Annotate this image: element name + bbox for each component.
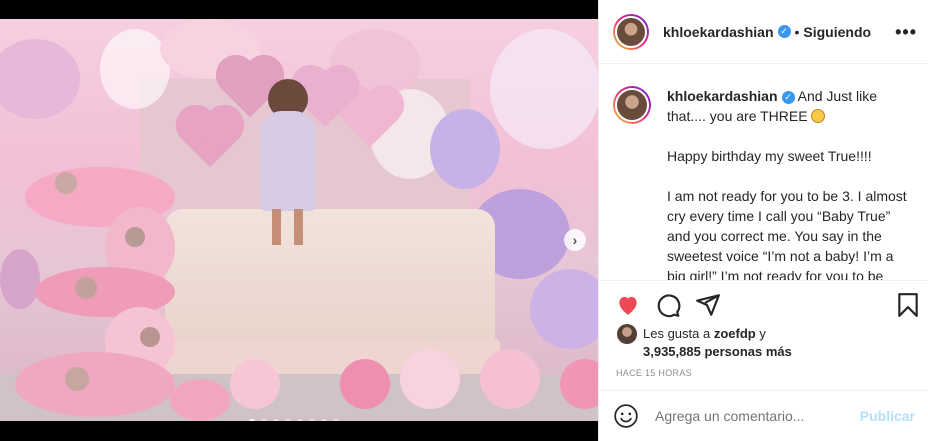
- caption-username[interactable]: khloekardashian: [667, 88, 778, 104]
- bookmark-icon[interactable]: [895, 292, 921, 318]
- balloon: [490, 29, 598, 149]
- caption-line-2: Happy birthday my sweet True!!!!: [667, 148, 872, 164]
- carousel-dot: [309, 419, 315, 421]
- chevron-right-icon[interactable]: ›: [564, 229, 586, 251]
- carousel-dot: [273, 419, 279, 421]
- likes-conjunction: y: [759, 326, 766, 341]
- post-photo[interactable]: ›: [0, 19, 598, 421]
- girl-leg: [294, 209, 303, 245]
- publish-button[interactable]: Publicar: [860, 408, 915, 424]
- verified-badge-icon: ✓: [777, 25, 791, 38]
- balloon: [430, 109, 500, 189]
- comment-composer: Publicar: [599, 390, 928, 441]
- liker-username[interactable]: zoefdp: [714, 326, 756, 341]
- floor-balloon: [230, 359, 280, 409]
- balloon: [530, 269, 598, 349]
- liker-avatar[interactable]: [617, 324, 637, 344]
- floor-balloon: [400, 349, 460, 409]
- balloon: [100, 29, 170, 109]
- balloon-number-three: [15, 167, 180, 417]
- avatar[interactable]: [613, 13, 649, 50]
- follow-status-button[interactable]: Siguiendo: [803, 24, 871, 40]
- more-options-icon[interactable]: •••: [895, 22, 917, 43]
- separator-dot: •: [794, 23, 800, 40]
- likes-prefix: Les gusta a: [643, 326, 711, 341]
- comment-input[interactable]: [655, 408, 860, 424]
- balloon: [0, 39, 80, 119]
- share-icon[interactable]: [695, 292, 721, 318]
- carousel-dot: [285, 419, 291, 421]
- post-header: khloekardashian ✓ • Siguiendo •••: [599, 0, 928, 64]
- sad-face-emoji-icon: [811, 109, 826, 123]
- floor-balloon: [170, 379, 230, 421]
- floor-balloon: [480, 349, 540, 409]
- girl-leg: [272, 209, 281, 245]
- carousel-indicator: [249, 419, 339, 421]
- author-username[interactable]: khloekardashian: [663, 24, 774, 40]
- verified-badge-icon: ✓: [781, 90, 795, 104]
- carousel-dot: [297, 419, 303, 421]
- likes-count-link[interactable]: 3,935,885 personas más: [643, 344, 792, 359]
- action-bar: [599, 280, 928, 326]
- bed: [165, 209, 495, 359]
- post-timestamp[interactable]: HACE 15 HORAS: [616, 368, 692, 378]
- comments-section[interactable]: khloekardashian ✓ And Just like that.... …: [599, 64, 928, 280]
- carousel-dot: [261, 419, 267, 421]
- carousel-dot: [321, 419, 327, 421]
- girl-dress: [260, 111, 316, 211]
- caption-line-3: I am not ready for you to be 3. I almost…: [667, 188, 907, 280]
- heart-icon[interactable]: [615, 292, 641, 318]
- caption-avatar[interactable]: [613, 86, 651, 124]
- caption-text: khloekardashian ✓ And Just like that.... …: [667, 86, 907, 280]
- floor-balloon: [340, 359, 390, 409]
- carousel-dot: [249, 419, 255, 421]
- comment-icon[interactable]: [655, 292, 681, 318]
- post-side-panel: khloekardashian ✓ • Siguiendo ••• khloek…: [598, 0, 928, 441]
- smiley-icon[interactable]: [613, 403, 639, 429]
- carousel-dot: [333, 419, 339, 421]
